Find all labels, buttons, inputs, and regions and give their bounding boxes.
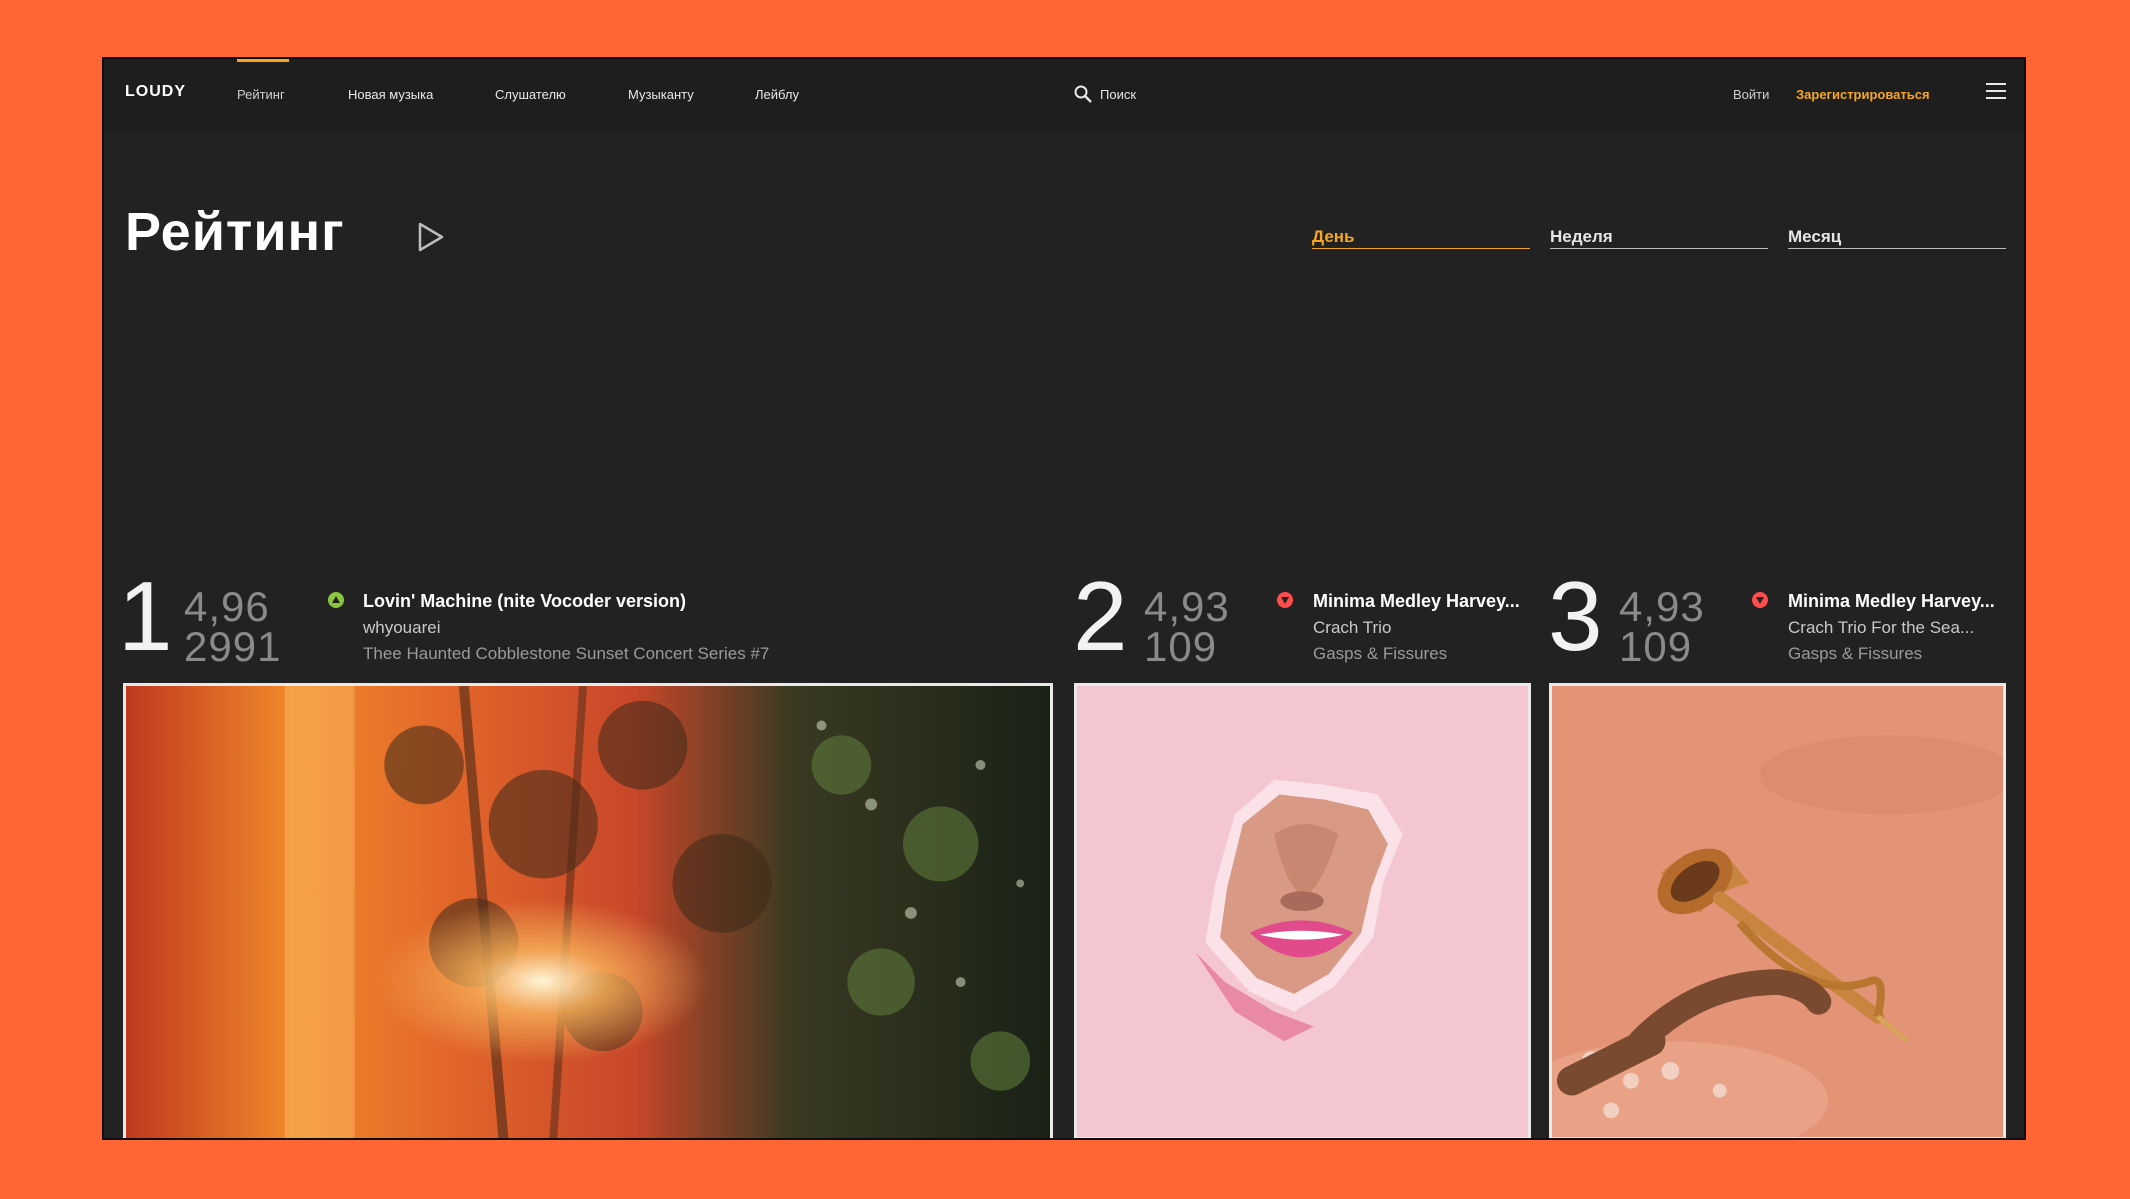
cover-image-trumpet[interactable] xyxy=(1549,683,2006,1138)
nav-item-label[interactable]: Лейблу xyxy=(755,87,799,102)
search-icon xyxy=(1074,85,1092,103)
rank-number: 2 xyxy=(1073,561,1128,671)
cover-image-lips[interactable] xyxy=(1074,683,1531,1138)
trend-down-icon xyxy=(1277,592,1293,608)
trend-down-icon xyxy=(1752,592,1768,608)
page-title: Рейтинг xyxy=(125,202,345,262)
rating-value: 4,96 xyxy=(184,583,270,630)
track-title[interactable]: Minima Medley Harvey... xyxy=(1313,591,1520,612)
track-album[interactable]: Gasps & Fissures xyxy=(1788,644,1922,664)
active-nav-indicator xyxy=(237,59,289,62)
app-window: LOUDY Рейтинг Новая музыка Слушателю Муз… xyxy=(102,57,2026,1140)
rank-number: 3 xyxy=(1548,561,1603,671)
track-album[interactable]: Gasps & Fissures xyxy=(1313,644,1447,664)
cover-image-sunset-forest[interactable] xyxy=(123,683,1053,1138)
top-navigation-bar: LOUDY Рейтинг Новая музыка Слушателю Муз… xyxy=(104,59,2024,131)
track-title[interactable]: Lovin' Machine (nite Vocoder version) xyxy=(363,591,686,612)
track-title[interactable]: Minima Medley Harvey... xyxy=(1788,591,1995,612)
nav-item-new-music[interactable]: Новая музыка xyxy=(348,87,433,102)
nav-item-listener[interactable]: Слушателю xyxy=(495,87,566,102)
search-label: Поиск xyxy=(1100,86,1137,102)
logo[interactable]: LOUDY xyxy=(125,83,186,101)
hamburger-menu-icon[interactable] xyxy=(1986,83,2006,101)
track-artist[interactable]: whyouarei xyxy=(363,618,441,638)
track-artist[interactable]: Crach Trio For the Sea... xyxy=(1788,618,1974,638)
votes-count: 2991 xyxy=(184,623,282,670)
rating-value: 4,93 xyxy=(1144,583,1230,630)
rating-value: 4,93 xyxy=(1619,583,1705,630)
register-link[interactable]: Зарегистрироваться xyxy=(1796,87,1930,102)
tab-month[interactable]: Месяц xyxy=(1788,227,2006,249)
tab-day[interactable]: День xyxy=(1312,227,1530,249)
search-button[interactable]: Поиск xyxy=(1074,85,1136,103)
track-album[interactable]: Thee Haunted Cobblestone Sunset Concert … xyxy=(363,644,769,664)
nav-item-rating[interactable]: Рейтинг xyxy=(237,87,285,102)
tab-week[interactable]: Неделя xyxy=(1550,227,1768,249)
trend-up-icon xyxy=(328,592,344,608)
votes-count: 109 xyxy=(1144,623,1218,670)
play-icon[interactable] xyxy=(416,221,446,253)
nav-item-musician[interactable]: Музыканту xyxy=(628,87,694,102)
track-artist[interactable]: Crach Trio xyxy=(1313,618,1391,638)
login-link[interactable]: Войти xyxy=(1733,87,1769,102)
rank-number: 1 xyxy=(118,561,173,671)
votes-count: 109 xyxy=(1619,623,1693,670)
